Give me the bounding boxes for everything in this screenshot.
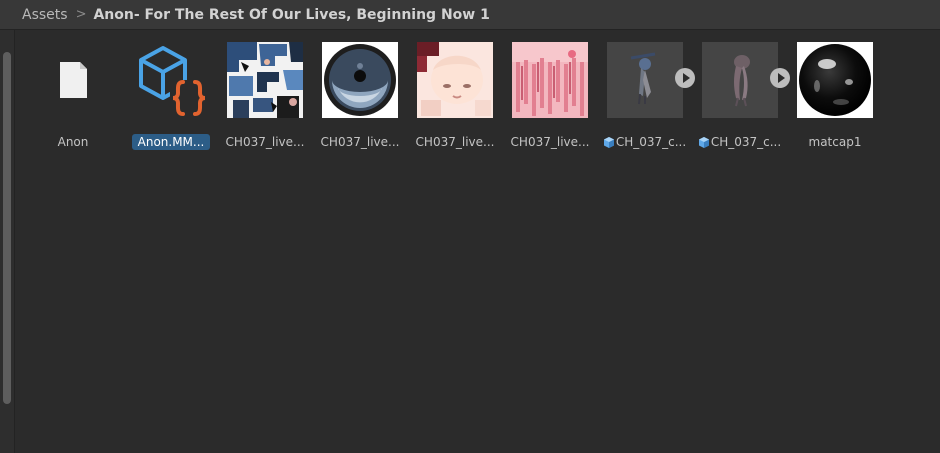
asset-thumbnail — [322, 42, 398, 118]
texture-thumbnail — [227, 42, 303, 118]
breadcrumb-assets[interactable]: Assets — [22, 7, 68, 23]
asset-label: CH037_live... — [225, 135, 305, 149]
texture-thumbnail — [322, 42, 398, 118]
breadcrumb-current-folder[interactable]: Anon- For The Rest Of Our Lives, Beginni… — [93, 7, 489, 23]
expand-play-icon[interactable] — [675, 68, 695, 88]
prefab-cube-icon — [698, 137, 709, 148]
document-icon — [60, 62, 87, 98]
asset-label: CH037_live... — [415, 135, 495, 149]
model-preview-thumbnail — [607, 42, 683, 118]
expand-play-icon[interactable] — [770, 68, 790, 88]
breadcrumb: Assets > Anon- For The Rest Of Our Lives… — [0, 0, 940, 30]
asset-label: Anon.MM... — [124, 134, 218, 150]
asset-thumbnail — [702, 42, 778, 118]
texture-thumbnail — [417, 42, 493, 118]
asset-thumbnail — [133, 42, 209, 118]
asset-thumbnail — [607, 42, 683, 118]
asset-thumbnail — [35, 42, 111, 118]
asset-label: CH_037_c... — [598, 134, 692, 150]
asset-thumbnail — [417, 42, 493, 118]
asset-label: Anon — [57, 135, 89, 149]
asset-thumbnail — [227, 42, 303, 118]
asset-thumbnail — [512, 42, 588, 118]
asset-label: CH037_live... — [510, 135, 590, 149]
asset-label: matcap1 — [808, 135, 862, 149]
texture-thumbnail — [512, 42, 588, 118]
asset-thumbnail — [797, 42, 873, 118]
prefab-cube-icon — [603, 137, 614, 148]
asset-label: CH037_live... — [320, 135, 400, 149]
material-sphere-thumbnail — [797, 42, 873, 118]
asset-label: CH_037_c... — [693, 134, 787, 150]
script-cube-icon — [139, 46, 208, 118]
breadcrumb-separator-icon: > — [75, 7, 87, 22]
model-preview-thumbnail — [702, 42, 778, 118]
asset-grid: Anon Anon.MM... CH037_live... CH037_live… — [0, 30, 940, 453]
